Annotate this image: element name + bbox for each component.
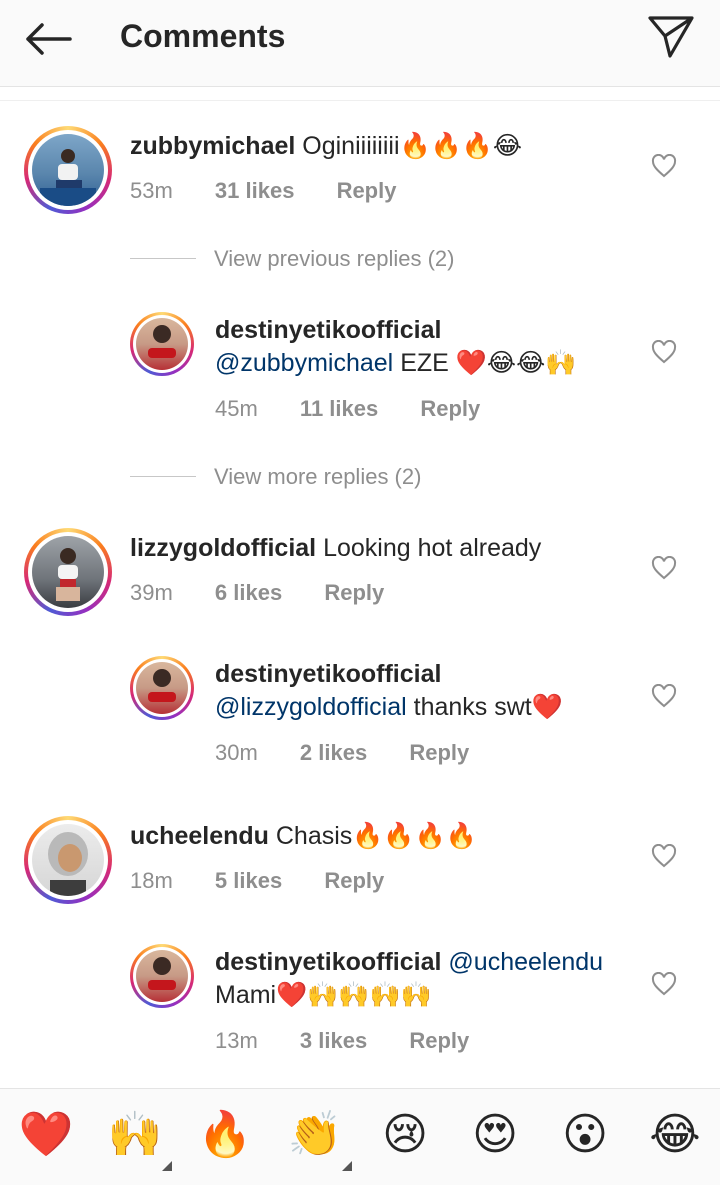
comment-text: Chasis🔥🔥🔥🔥 xyxy=(275,822,477,850)
comment-username[interactable]: zubbymichael xyxy=(130,132,295,160)
view-more-replies-link[interactable]: View more replies (2) xyxy=(214,464,421,490)
reply-button[interactable]: Reply xyxy=(409,740,469,765)
comment-text: Mami❤️🙌🙌🙌🙌 xyxy=(215,981,432,1009)
view-previous-replies-link[interactable]: View previous replies (2) xyxy=(214,246,454,272)
fire-emoji-button[interactable]: 🔥 xyxy=(195,1107,255,1163)
reply-button[interactable]: Reply xyxy=(420,396,480,421)
comment-username[interactable]: destinyetikoofficial xyxy=(215,314,645,347)
comment-time: 45m xyxy=(215,396,258,421)
comment-username[interactable]: destinyetikoofficial xyxy=(215,948,441,976)
likes-count[interactable]: 31 likes xyxy=(215,178,295,203)
mention-link[interactable]: @zubbymichael xyxy=(215,349,393,377)
comment-time: 53m xyxy=(130,178,173,203)
comment-username[interactable]: ucheelendu xyxy=(130,822,269,850)
heart-icon[interactable] xyxy=(651,684,677,708)
comment-text: Oginiiiiiiii🔥🔥🔥😂 xyxy=(302,132,523,160)
top-bar: Comments xyxy=(0,0,720,87)
mention-link[interactable]: @lizzygoldofficial xyxy=(215,693,407,721)
comment-text: EZE ❤️😂😂🙌 xyxy=(393,349,577,377)
reply-button[interactable]: Reply xyxy=(324,868,384,893)
comment-username[interactable]: destinyetikoofficial xyxy=(215,658,645,691)
replies-divider xyxy=(130,476,196,477)
quick-reactions-bar: ❤️ 🙌 🔥 👏 😢 😍 😮 😂 xyxy=(0,1088,720,1185)
comment-text: thanks swt❤️ xyxy=(406,693,563,721)
heart-icon[interactable] xyxy=(651,556,677,580)
crying-face-emoji-button[interactable]: 😢 xyxy=(375,1107,435,1163)
avatar[interactable] xyxy=(24,126,112,214)
avatar[interactable] xyxy=(130,312,194,376)
comment-username[interactable]: lizzygoldofficial xyxy=(130,534,316,562)
likes-count[interactable]: 2 likes xyxy=(300,740,367,765)
likes-count[interactable]: 5 likes xyxy=(215,868,282,893)
comment-time: 30m xyxy=(215,740,258,765)
avatar[interactable] xyxy=(130,944,194,1008)
mention-link[interactable]: @ucheelendu xyxy=(448,948,603,976)
divider xyxy=(0,100,720,101)
heart-eyes-emoji-button[interactable]: 😍 xyxy=(465,1107,525,1163)
tears-of-joy-emoji-button[interactable]: 😂 xyxy=(645,1107,705,1163)
comment-text: Looking hot already xyxy=(323,534,542,562)
raising-hands-emoji-button[interactable]: 🙌 xyxy=(105,1107,165,1163)
replies-divider xyxy=(130,258,196,259)
page-title: Comments xyxy=(120,18,286,54)
reply-button[interactable]: Reply xyxy=(324,580,384,605)
heart-icon[interactable] xyxy=(651,340,677,364)
comment-time: 39m xyxy=(130,580,173,605)
avatar[interactable] xyxy=(130,656,194,720)
avatar[interactable] xyxy=(24,528,112,616)
comment-time: 13m xyxy=(215,1028,258,1053)
paper-plane-icon[interactable] xyxy=(646,14,696,60)
skin-tone-indicator-icon xyxy=(162,1161,172,1171)
surprised-face-emoji-button[interactable]: 😮 xyxy=(555,1107,615,1163)
clapping-hands-emoji-button[interactable]: 👏 xyxy=(285,1107,345,1163)
reply-button[interactable]: Reply xyxy=(409,1028,469,1053)
heart-icon[interactable] xyxy=(651,154,677,178)
comment-time: 18m xyxy=(130,868,173,893)
reply-button[interactable]: Reply xyxy=(337,178,397,203)
skin-tone-indicator-icon xyxy=(342,1161,352,1171)
red-heart-emoji-button[interactable]: ❤️ xyxy=(16,1107,76,1163)
heart-icon[interactable] xyxy=(651,972,677,996)
heart-icon[interactable] xyxy=(651,844,677,868)
likes-count[interactable]: 11 likes xyxy=(300,396,378,421)
likes-count[interactable]: 6 likes xyxy=(215,580,282,605)
back-arrow-icon[interactable] xyxy=(20,19,76,59)
likes-count[interactable]: 3 likes xyxy=(300,1028,367,1053)
avatar[interactable] xyxy=(24,816,112,904)
